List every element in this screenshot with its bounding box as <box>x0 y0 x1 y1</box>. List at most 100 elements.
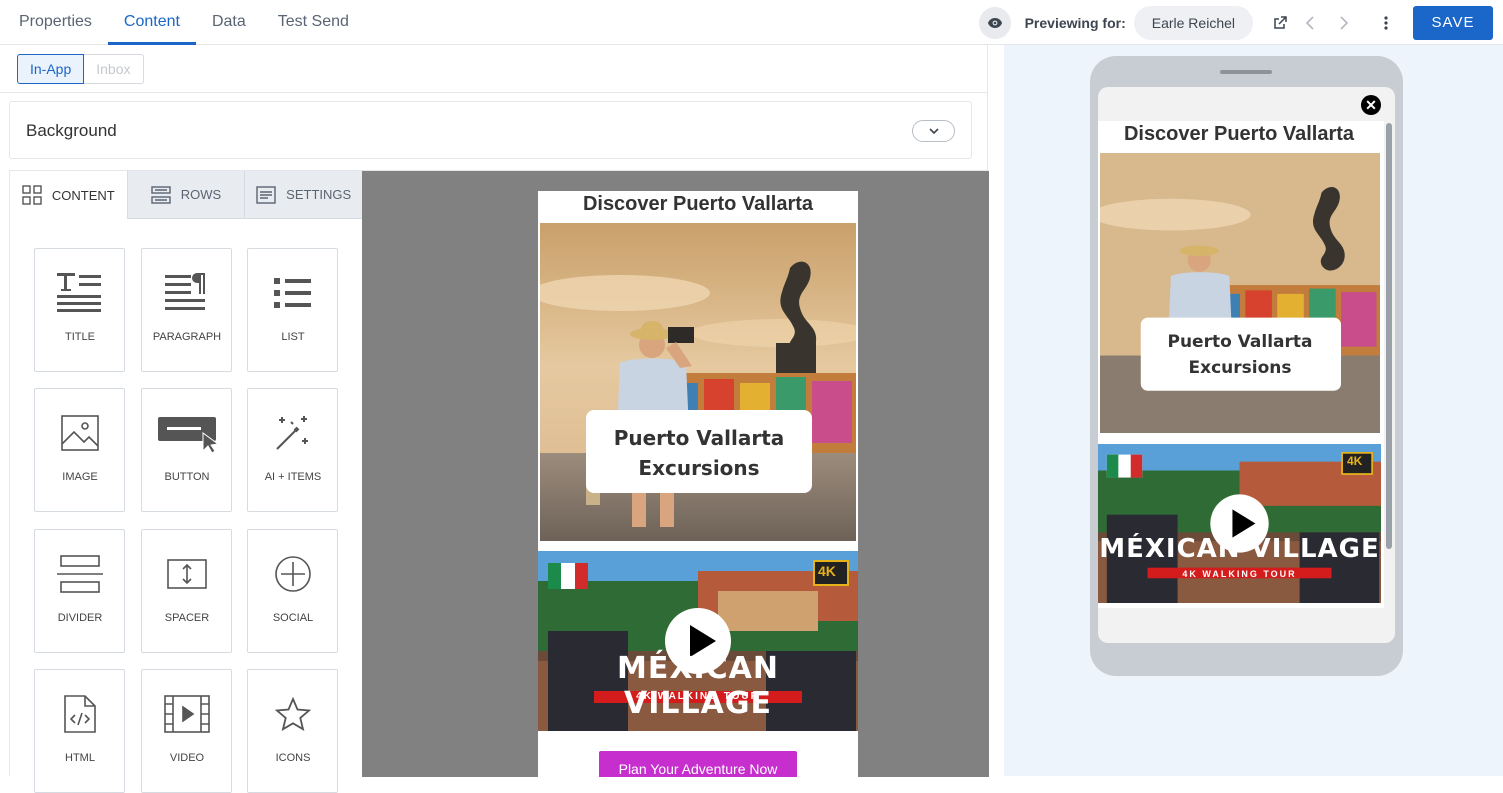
block-video[interactable]: VIDEO <box>141 669 232 793</box>
block-html-label: HTML <box>65 752 95 764</box>
message-type-switch: In-App Inbox <box>17 54 144 84</box>
panel-tab-content[interactable]: CONTENT <box>10 171 127 219</box>
hero-image[interactable]: Puerto Vallarta Excursions <box>540 223 856 541</box>
block-list[interactable]: LIST <box>247 248 338 372</box>
block-title[interactable]: TITLE <box>34 248 125 372</box>
block-image[interactable]: IMAGE <box>34 388 125 512</box>
hero-caption-line1: Puerto Vallarta <box>613 426 785 450</box>
content-panel: CONTENT ROWS SETTINGS TITLE PARAGRAPH LI… <box>10 171 363 793</box>
block-social[interactable]: SOCIAL <box>247 529 338 653</box>
block-ai-items[interactable]: AI + ITEMS <box>247 388 338 512</box>
video-badge: 4K <box>818 563 836 579</box>
preview-user-selector[interactable]: Earle Reichel <box>1133 5 1253 40</box>
divider-icon <box>56 555 103 593</box>
editor-area: In-App Inbox Background CONTENT ROWS SET… <box>0 45 989 793</box>
block-spacer-label: SPACER <box>164 612 210 624</box>
rows-icon <box>151 185 171 204</box>
preview-video-badge: 4K <box>1347 454 1363 468</box>
button-icon <box>157 417 217 453</box>
background-label: Background <box>26 121 117 140</box>
previewing-label: Previewing for: <box>1024 14 1126 31</box>
preview-title: Discover Puerto Vallarta <box>1123 123 1355 145</box>
subtab-in-app[interactable]: In-App <box>17 54 85 84</box>
block-divider-label: DIVIDER <box>57 612 103 624</box>
panel-tab-content-label: CONTENT <box>51 187 115 203</box>
grid-icon <box>22 185 42 205</box>
tab-content[interactable]: Content <box>107 0 196 45</box>
block-paragraph-label: PARAGRAPH <box>152 331 222 343</box>
paragraph-icon <box>164 273 205 310</box>
divider <box>0 92 988 93</box>
panel-tab-settings[interactable]: SETTINGS <box>244 171 363 219</box>
preview-video-title: MÉXICAN VILLAGE <box>1099 534 1380 564</box>
phone-screen: Discover Puerto Vallarta Puerto Vallarta… <box>1098 87 1395 643</box>
preview-scrollbar[interactable] <box>1386 123 1392 549</box>
preview-eye-button[interactable] <box>978 6 1011 39</box>
preview-pane: Discover Puerto Vallarta Puerto Vallarta… <box>1004 45 1503 776</box>
next-user-button[interactable] <box>1329 8 1359 38</box>
video-icon <box>163 695 210 733</box>
chevron-down-icon <box>928 128 939 134</box>
hero-photo <box>540 223 856 541</box>
main-tabs: Properties Content Data Test Send <box>0 0 365 45</box>
eye-icon <box>987 17 1002 28</box>
preview-caption-line2: Excursions <box>1188 358 1292 378</box>
list-icon <box>273 278 311 308</box>
panel-tab-rows-label: ROWS <box>180 187 222 202</box>
star-icon <box>274 697 311 731</box>
block-html[interactable]: HTML <box>34 669 125 793</box>
block-title-label: TITLE <box>65 331 95 343</box>
email-message[interactable]: Discover Puerto Vallarta Puerto Vallarta… <box>538 191 858 777</box>
preview-controls: Previewing for: Earle Reichel SAVE <box>978 0 1503 45</box>
magic-wand-icon <box>275 416 308 450</box>
save-button[interactable]: SAVE <box>1413 5 1493 40</box>
block-divider[interactable]: DIVIDER <box>34 529 125 653</box>
phone-frame: Discover Puerto Vallarta Puerto Vallarta… <box>1090 56 1403 676</box>
hero-caption: Puerto Vallarta Excursions <box>586 423 812 483</box>
video-subtitle: 4K WALKING TOUR <box>636 691 760 702</box>
background-expand-button[interactable] <box>912 120 955 142</box>
title-icon <box>56 273 101 312</box>
block-social-label: SOCIAL <box>272 612 314 624</box>
external-link-icon <box>1274 15 1287 29</box>
video-thumbnail[interactable]: 4K MÉXICAN VILLAGE 4K WALKING TOUR <box>538 551 858 731</box>
background-section[interactable]: Background <box>9 101 972 159</box>
chevron-right-icon <box>1340 15 1349 30</box>
tab-test-send[interactable]: Test Send <box>262 0 365 45</box>
more-options-button[interactable] <box>1371 8 1401 38</box>
hero-caption-line2: Excursions <box>638 456 760 480</box>
image-icon <box>60 415 99 451</box>
block-paragraph[interactable]: PARAGRAPH <box>141 248 232 372</box>
block-ai-items-label: AI + ITEMS <box>264 471 322 483</box>
panel-tabs: CONTENT ROWS SETTINGS <box>10 171 363 219</box>
video-title: MÉXICAN VILLAGE <box>617 651 779 721</box>
email-canvas: Discover Puerto Vallarta Puerto Vallarta… <box>362 171 989 777</box>
panel-tab-rows[interactable]: ROWS <box>126 171 245 219</box>
in-app-message-preview: Discover Puerto Vallarta Puerto Vallarta… <box>1098 121 1384 608</box>
preview-hero-image: Puerto Vallarta Excursions <box>1100 153 1380 433</box>
block-video-label: VIDEO <box>169 752 205 764</box>
preview-hero-caption: Puerto Vallarta Excursions <box>1140 329 1340 381</box>
block-button-label: BUTTON <box>164 471 210 483</box>
chevron-left-icon <box>1305 15 1314 30</box>
preview-caption-line1: Puerto Vallarta <box>1167 332 1313 352</box>
close-icon[interactable]: ✕ <box>1361 95 1381 115</box>
cta-button[interactable]: Plan Your Adventure Now <box>599 751 797 777</box>
external-link-button[interactable] <box>1265 8 1295 38</box>
tab-data[interactable]: Data <box>196 0 262 45</box>
html-file-icon <box>63 695 96 733</box>
block-spacer[interactable]: SPACER <box>141 529 232 653</box>
panel-tab-settings-label: SETTINGS <box>286 187 352 202</box>
preview-hero-photo <box>1100 153 1380 433</box>
block-button[interactable]: BUTTON <box>141 388 232 512</box>
subtab-inbox[interactable]: Inbox <box>84 54 144 84</box>
email-title[interactable]: Discover Puerto Vallarta <box>538 191 858 223</box>
top-bar: Properties Content Data Test Send Previe… <box>0 0 1503 45</box>
spacer-icon <box>166 559 207 589</box>
previous-user-button[interactable] <box>1295 8 1325 38</box>
email-builder: CONTENT ROWS SETTINGS TITLE PARAGRAPH LI… <box>9 170 989 793</box>
phone-speaker <box>1220 70 1272 74</box>
block-icons[interactable]: ICONS <box>247 669 338 793</box>
tab-properties[interactable]: Properties <box>0 0 108 45</box>
block-icons-label: ICONS <box>275 752 311 764</box>
